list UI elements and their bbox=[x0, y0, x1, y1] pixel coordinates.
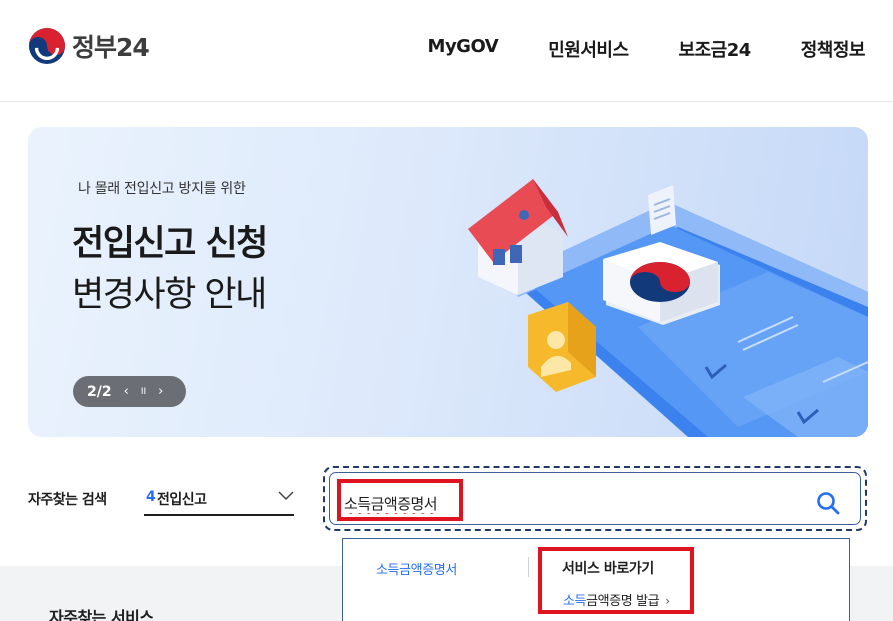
banner-illustration bbox=[468, 179, 868, 437]
logo[interactable]: 정부24 bbox=[28, 27, 150, 65]
logo-text: 정부24 bbox=[72, 33, 150, 62]
banner-title-line2: 변경사항 안내 bbox=[72, 275, 267, 315]
faq-value: 전입신고 bbox=[157, 492, 207, 508]
shortcut-link-rest: 금액증명 발급 bbox=[586, 594, 660, 609]
main-nav: MyGOV 민원서비스 보조금24 정책정보 bbox=[378, 36, 866, 62]
chevron-down-icon bbox=[278, 491, 294, 501]
promo-banner[interactable]: 나 몰래 전입신고 방지를 위한 전입신고 신청 변경사항 안내 2/2 ‹ I… bbox=[28, 127, 868, 437]
pause-slide-button[interactable]: II bbox=[141, 387, 146, 397]
nav-item-mygov[interactable]: MyGOV bbox=[428, 36, 499, 62]
prev-slide-button[interactable]: ‹ bbox=[124, 384, 129, 399]
search-icon[interactable] bbox=[816, 491, 840, 515]
site-header: 정부24 MyGOV 민원서비스 보조금24 정책정보 bbox=[0, 0, 893, 102]
faq-rank: 4 bbox=[146, 489, 156, 505]
chevron-right-icon: › bbox=[665, 594, 670, 608]
faq-service-title: 자주찾는 서비스 bbox=[49, 608, 154, 621]
banner-title-line1: 전입신고 신청 bbox=[72, 224, 268, 264]
faq-search-label: 자주찾는 검색 bbox=[28, 492, 107, 508]
search-inner-frame bbox=[329, 472, 861, 525]
service-shortcut-link[interactable]: 소득금액증명 발급 › bbox=[563, 590, 670, 609]
shortcut-link-match: 소득 bbox=[563, 594, 587, 609]
nav-item-policy-info[interactable]: 정책정보 bbox=[801, 36, 866, 62]
taegeuk-logo-icon bbox=[28, 27, 66, 65]
autocomplete-suggestion[interactable]: 소득금액증명서 bbox=[376, 559, 457, 578]
search-box bbox=[323, 466, 867, 531]
dropdown-divider bbox=[528, 557, 529, 577]
banner-subtitle: 나 몰래 전입신고 방지를 위한 bbox=[78, 181, 246, 197]
search-input[interactable] bbox=[344, 491, 724, 515]
next-slide-button[interactable]: › bbox=[158, 384, 163, 399]
faq-search-select[interactable]: 4 전입신고 bbox=[144, 485, 294, 516]
nav-item-civil-service[interactable]: 민원서비스 bbox=[548, 36, 629, 62]
banner-pager: 2/2 ‹ II › bbox=[73, 376, 186, 407]
page: 정부24 MyGOV 민원서비스 보조금24 정책정보 나 몰래 전입신고 방지… bbox=[0, 0, 893, 621]
house-illustration bbox=[468, 179, 568, 295]
pager-count: 2/2 bbox=[87, 383, 112, 400]
service-shortcut-heading: 서비스 바로가기 bbox=[562, 561, 654, 577]
nav-item-subsidy[interactable]: 보조금24 bbox=[679, 36, 752, 62]
search-autocomplete-dropdown: 소득금액증명서 서비스 바로가기 소득금액증명 발급 › bbox=[342, 538, 850, 621]
banner-title: 전입신고 신청 변경사항 안내 bbox=[72, 219, 268, 321]
